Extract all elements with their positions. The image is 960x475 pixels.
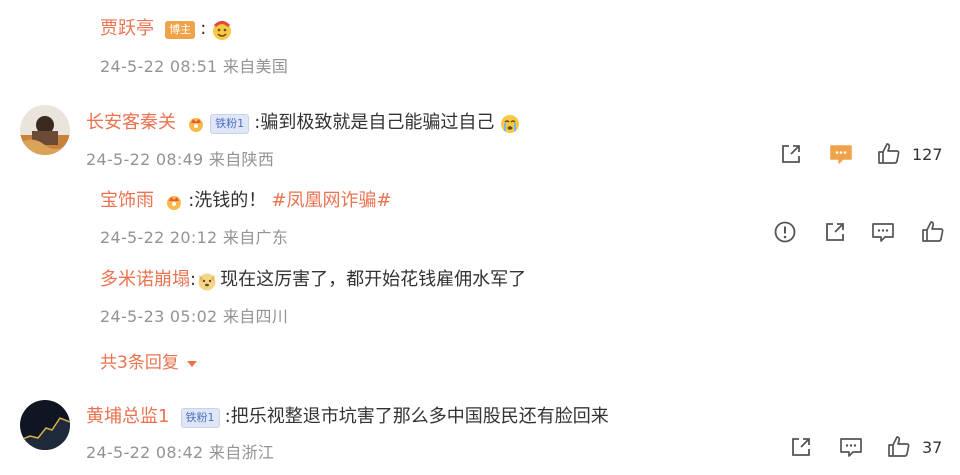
reply-item: 多米诺崩塌: 现在这厉害了，都开始花钱雇佣水军了 [100, 269, 527, 290]
comment-button[interactable] [838, 434, 864, 460]
share-button[interactable] [778, 141, 804, 167]
reply-username[interactable]: 贾跃亭 [100, 18, 154, 39]
share-icon [782, 145, 800, 163]
comment-header: 长安客秦关 铁粉1 :骗到极致就是自己能骗过自己 [86, 108, 521, 135]
share-button[interactable] [788, 434, 814, 460]
like-button[interactable] [920, 219, 946, 245]
caret-down-icon [186, 360, 197, 367]
reply-item: 贾跃亭 博主 : [100, 14, 233, 41]
comment-username[interactable]: 长安客秦关 [86, 112, 176, 133]
avatar[interactable] [20, 105, 70, 155]
comment-button[interactable] [870, 219, 896, 245]
share-icon [826, 223, 844, 241]
reply-item: 宝饰雨 :洗钱的！ #凤凰网诈骗# [100, 186, 392, 212]
reply-meta: 24-5-23 05:02 来自四川 [100, 307, 289, 326]
comment-icon [830, 145, 852, 164]
fans-badge: 铁粉1 [210, 113, 250, 134]
like-count: 37 [922, 438, 943, 457]
avatar[interactable] [20, 400, 70, 450]
report-button[interactable] [772, 219, 798, 245]
avatar-image [20, 400, 70, 450]
comment-header: 黄埔总监1 铁粉1 :把乐视整退市坑害了那么多中国股民还有脸回来 [86, 402, 609, 428]
reply-username[interactable]: 多米诺崩塌 [100, 269, 190, 290]
crying-emoji-icon [501, 114, 520, 133]
comment-icon [872, 223, 894, 242]
topic-tag-link[interactable]: #凤凰网诈骗# [271, 190, 391, 211]
reply-username[interactable]: 宝饰雨 [100, 190, 154, 211]
dog-emoji-icon [198, 273, 216, 290]
avatar-image [20, 105, 70, 155]
like-count: 127 [912, 145, 943, 164]
thumbs-up-icon [922, 221, 944, 242]
like-button[interactable] [876, 141, 902, 167]
comment-meta: 24-5-22 08:49 来自陕西 [86, 150, 275, 169]
more-replies-label: 共3条回复 [100, 353, 179, 373]
comment-text: :骗到极致就是自己能骗过自己 [254, 112, 495, 133]
reply-meta: 24-5-22 08:51 来自美国 [100, 57, 289, 76]
reply-text: :洗钱的！ [188, 190, 267, 211]
report-icon [774, 221, 796, 243]
crown-icon [189, 117, 204, 132]
comment-meta: 24-5-22 08:42 来自浙江 [86, 443, 275, 462]
host-badge: 博主 [165, 20, 196, 39]
comment-text: :把乐视整退市坑害了那么多中国股民还有脸回来 [224, 406, 609, 427]
share-button[interactable] [822, 219, 848, 245]
reply-meta: 24-5-22 20:12 来自广东 [100, 228, 289, 247]
thumbs-up-icon [878, 143, 900, 164]
smile-emoji-icon [213, 20, 232, 40]
share-icon [792, 438, 810, 456]
more-replies-link[interactable]: 共3条回复 [100, 348, 198, 373]
crown-icon [167, 195, 182, 210]
comment-icon [840, 438, 862, 457]
thumbs-up-icon [888, 436, 910, 457]
fans-badge: 铁粉1 [180, 407, 220, 428]
comment-button[interactable] [828, 141, 854, 167]
like-button[interactable] [886, 434, 912, 460]
reply-text: 现在这厉害了，都开始花钱雇佣水军了 [220, 269, 527, 290]
comment-username[interactable]: 黄埔总监1 [86, 406, 169, 427]
